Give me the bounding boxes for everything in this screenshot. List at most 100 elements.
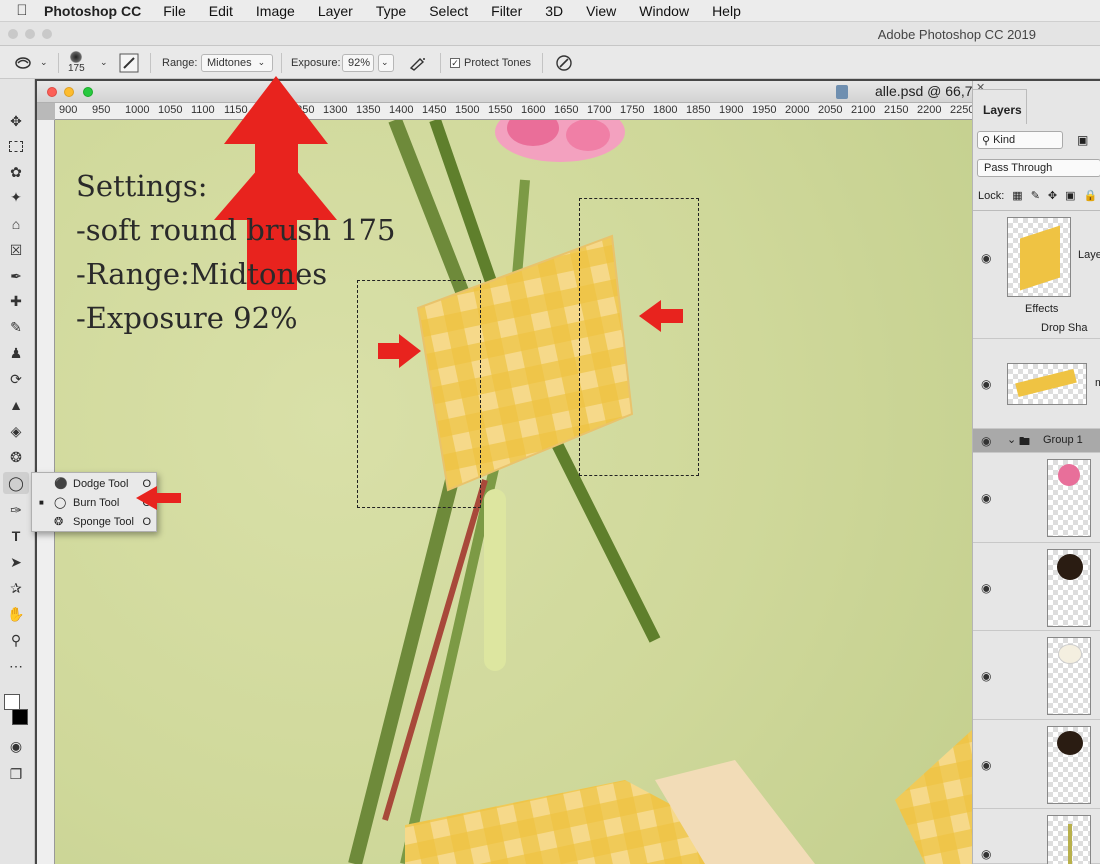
brush-settings-button[interactable] <box>119 46 139 79</box>
lock-position-icon[interactable]: ✥ <box>1048 189 1057 202</box>
lock-label: Lock: <box>978 189 1005 202</box>
options-bar: ⌄ 175 ⌄ Range: Midtones ⌄ Exposure: 92% ⌄… <box>0 46 1100 79</box>
brush-chevron[interactable]: ⌄ <box>94 46 108 79</box>
ruler-tick-label: 1550 <box>488 104 513 116</box>
pressure-size-toggle[interactable] <box>554 46 574 79</box>
close-window-button[interactable] <box>8 29 18 39</box>
more-tools[interactable]: ⋯ <box>3 655 29 677</box>
menu-help[interactable]: Help <box>712 3 741 19</box>
brush-picker[interactable]: 175 <box>68 46 85 79</box>
paint-bucket-tool[interactable]: ◈ <box>3 420 29 442</box>
menu-image[interactable]: Image <box>256 3 295 19</box>
burn-tool-slot[interactable]: ◯ <box>3 472 29 494</box>
horizontal-ruler[interactable]: 9009501000105011001150120012501300135014… <box>55 103 972 120</box>
menu-file[interactable]: File <box>163 3 186 19</box>
marquee-tool[interactable] <box>3 135 29 157</box>
lock-transparent-icon[interactable]: ▦ <box>1012 189 1022 202</box>
airbrush-toggle[interactable] <box>408 46 428 79</box>
exposure-slider-toggle[interactable]: ⌄ <box>378 46 394 79</box>
menu-edit[interactable]: Edit <box>209 3 233 19</box>
zoom-icon: ⚲ <box>10 631 22 648</box>
quick-mask-button[interactable]: ◉ <box>3 735 29 757</box>
apple-icon[interactable]:  <box>0 2 44 19</box>
menu-layer[interactable]: Layer <box>318 3 353 19</box>
tool-preset-picker[interactable]: ⌄ <box>14 46 48 79</box>
menu-view[interactable]: View <box>586 3 616 19</box>
ruler-tick-label: 1850 <box>686 104 711 116</box>
visibility-eye-icon[interactable]: ◉ <box>981 847 991 861</box>
group-row[interactable]: ◉ ⌄ 🖿 Group 1 <box>973 429 1100 453</box>
menu-type[interactable]: Type <box>376 3 406 19</box>
visibility-eye-icon[interactable]: ◉ <box>981 434 991 448</box>
doc-zoom-button[interactable] <box>83 87 93 97</box>
visibility-eye-icon[interactable]: ◉ <box>981 669 991 683</box>
brush-tool[interactable]: ✎ <box>3 316 29 338</box>
ruler-tick-label: 1400 <box>389 104 414 116</box>
sponge-shortcut: O <box>142 515 151 528</box>
burn-tool-icon <box>15 56 31 69</box>
layer-row-ribbon[interactable]: ◉ Laye Effects Drop Sha <box>973 211 1100 339</box>
menu-filter[interactable]: Filter <box>491 3 522 19</box>
type-tool[interactable]: T <box>3 525 29 547</box>
layer-row-flower-shadow[interactable]: ◉ <box>973 543 1100 631</box>
blend-mode-dropdown[interactable]: Pass Through <box>977 159 1100 177</box>
ruler-tick-label: 950 <box>92 104 111 116</box>
dodge-icon: ⚫ <box>54 478 68 490</box>
history-brush-tool[interactable]: ⟳ <box>3 368 29 390</box>
layer-row-yellow-flower[interactable]: ◉ <box>973 809 1100 864</box>
background-color-swatch[interactable] <box>12 709 28 725</box>
visibility-eye-icon[interactable]: ◉ <box>981 581 991 595</box>
layer-row-dark-flower[interactable]: ◉ <box>973 720 1100 809</box>
filter-kind-dropdown[interactable]: ⚲ Kind <box>977 131 1063 149</box>
blur-tool[interactable]: ❂ <box>3 446 29 468</box>
screen-mode-button[interactable]: ❐ <box>3 763 29 785</box>
layer-row-white-flower[interactable]: ◉ <box>973 631 1100 720</box>
exposure-input[interactable]: 92% <box>342 46 374 79</box>
menu-select[interactable]: Select <box>429 3 468 19</box>
soft-brush-icon <box>70 51 83 63</box>
ruler-tick-label: 1050 <box>158 104 183 116</box>
menu-3d[interactable]: 3D <box>545 3 563 19</box>
bucket-icon: ◈ <box>10 422 22 439</box>
protect-tones-checkbox[interactable]: ✓ Protect Tones <box>450 46 531 79</box>
layer-row-ribbons[interactable]: ◉ m <box>973 339 1100 429</box>
layers-tab[interactable]: Layers <box>973 89 1027 124</box>
clone-stamp-tool[interactable]: ♟ <box>3 342 29 364</box>
crop-tool[interactable]: ⌂ <box>3 213 29 235</box>
quick-selection-tool[interactable]: ✦ <box>3 186 29 208</box>
lock-controls: Lock: ▦ ✎ ✥ ▣ 🔒 <box>978 189 1098 203</box>
shape-tool[interactable]: ✰ <box>3 577 29 599</box>
eyedropper-tool[interactable]: ✒ <box>3 265 29 287</box>
hand-tool[interactable]: ✋ <box>3 603 29 625</box>
zoom-tool[interactable]: ⚲ <box>3 629 29 651</box>
image-filter-icon[interactable]: ▣ <box>1077 133 1088 147</box>
visibility-eye-icon[interactable]: ◉ <box>981 491 991 505</box>
minimize-window-button[interactable] <box>25 29 35 39</box>
foreground-color-swatch[interactable] <box>4 694 20 710</box>
lock-all-icon[interactable]: 🔒 <box>1084 189 1098 202</box>
layer-row-pink-flower[interactable]: ◉ <box>973 453 1100 543</box>
doc-close-button[interactable] <box>47 87 57 97</box>
effects-label: Effects <box>1025 303 1059 315</box>
zoom-window-button[interactable] <box>42 29 52 39</box>
move-tool[interactable]: ✥ <box>3 110 29 132</box>
crop-icon: ⌂ <box>11 216 21 232</box>
menu-app-name[interactable]: Photoshop CC <box>44 3 141 19</box>
visibility-eye-icon[interactable]: ◉ <box>981 251 991 265</box>
flyout-item-sponge[interactable]: ❂ Sponge Tool O <box>32 512 158 531</box>
path-selection-tool[interactable]: ➤ <box>3 551 29 573</box>
menu-window[interactable]: Window <box>639 3 689 19</box>
canvas[interactable]: Settings: -soft round brush 175 -Range:M… <box>55 120 972 864</box>
pen-tool[interactable]: ✑ <box>3 499 29 521</box>
document-title-bar: alle.psd @ 66,7% (C <box>37 81 972 103</box>
visibility-eye-icon[interactable]: ◉ <box>981 758 991 772</box>
group-expand-chevron-icon[interactable]: ⌄ <box>1007 433 1016 446</box>
visibility-eye-icon[interactable]: ◉ <box>981 377 991 391</box>
lock-image-icon[interactable]: ✎ <box>1031 189 1040 202</box>
healing-tool[interactable]: ✚ <box>3 290 29 312</box>
lock-artboard-icon[interactable]: ▣ <box>1065 189 1075 202</box>
doc-minimize-button[interactable] <box>64 87 74 97</box>
eraser-tool[interactable]: ▲ <box>3 394 29 416</box>
frame-tool[interactable]: ☒ <box>3 239 29 261</box>
lasso-tool[interactable]: ✿ <box>3 161 29 183</box>
